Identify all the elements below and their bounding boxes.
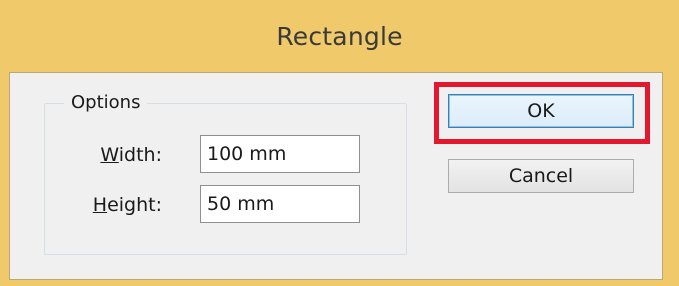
dialog-body: Options Width: Height: OK Cancel <box>9 72 663 280</box>
options-group-label: Options <box>64 90 148 116</box>
options-group: Options Width: Height: <box>44 90 407 255</box>
width-label: Width: <box>52 142 162 168</box>
width-label-accesskey: W <box>100 144 119 166</box>
dialog-title: Rectangle <box>276 21 403 51</box>
rectangle-dialog: Rectangle Options Width: Height: OK Canc… <box>0 0 679 286</box>
width-label-text: idth: <box>118 144 162 166</box>
height-label-accesskey: H <box>92 194 108 216</box>
ok-button[interactable]: OK <box>448 94 634 128</box>
cancel-button[interactable]: Cancel <box>448 159 634 193</box>
height-label: Height: <box>52 192 162 218</box>
height-input[interactable] <box>200 185 360 223</box>
title-bar[interactable]: Rectangle <box>0 0 679 72</box>
height-label-text: eight: <box>107 194 162 216</box>
width-input[interactable] <box>200 135 360 173</box>
